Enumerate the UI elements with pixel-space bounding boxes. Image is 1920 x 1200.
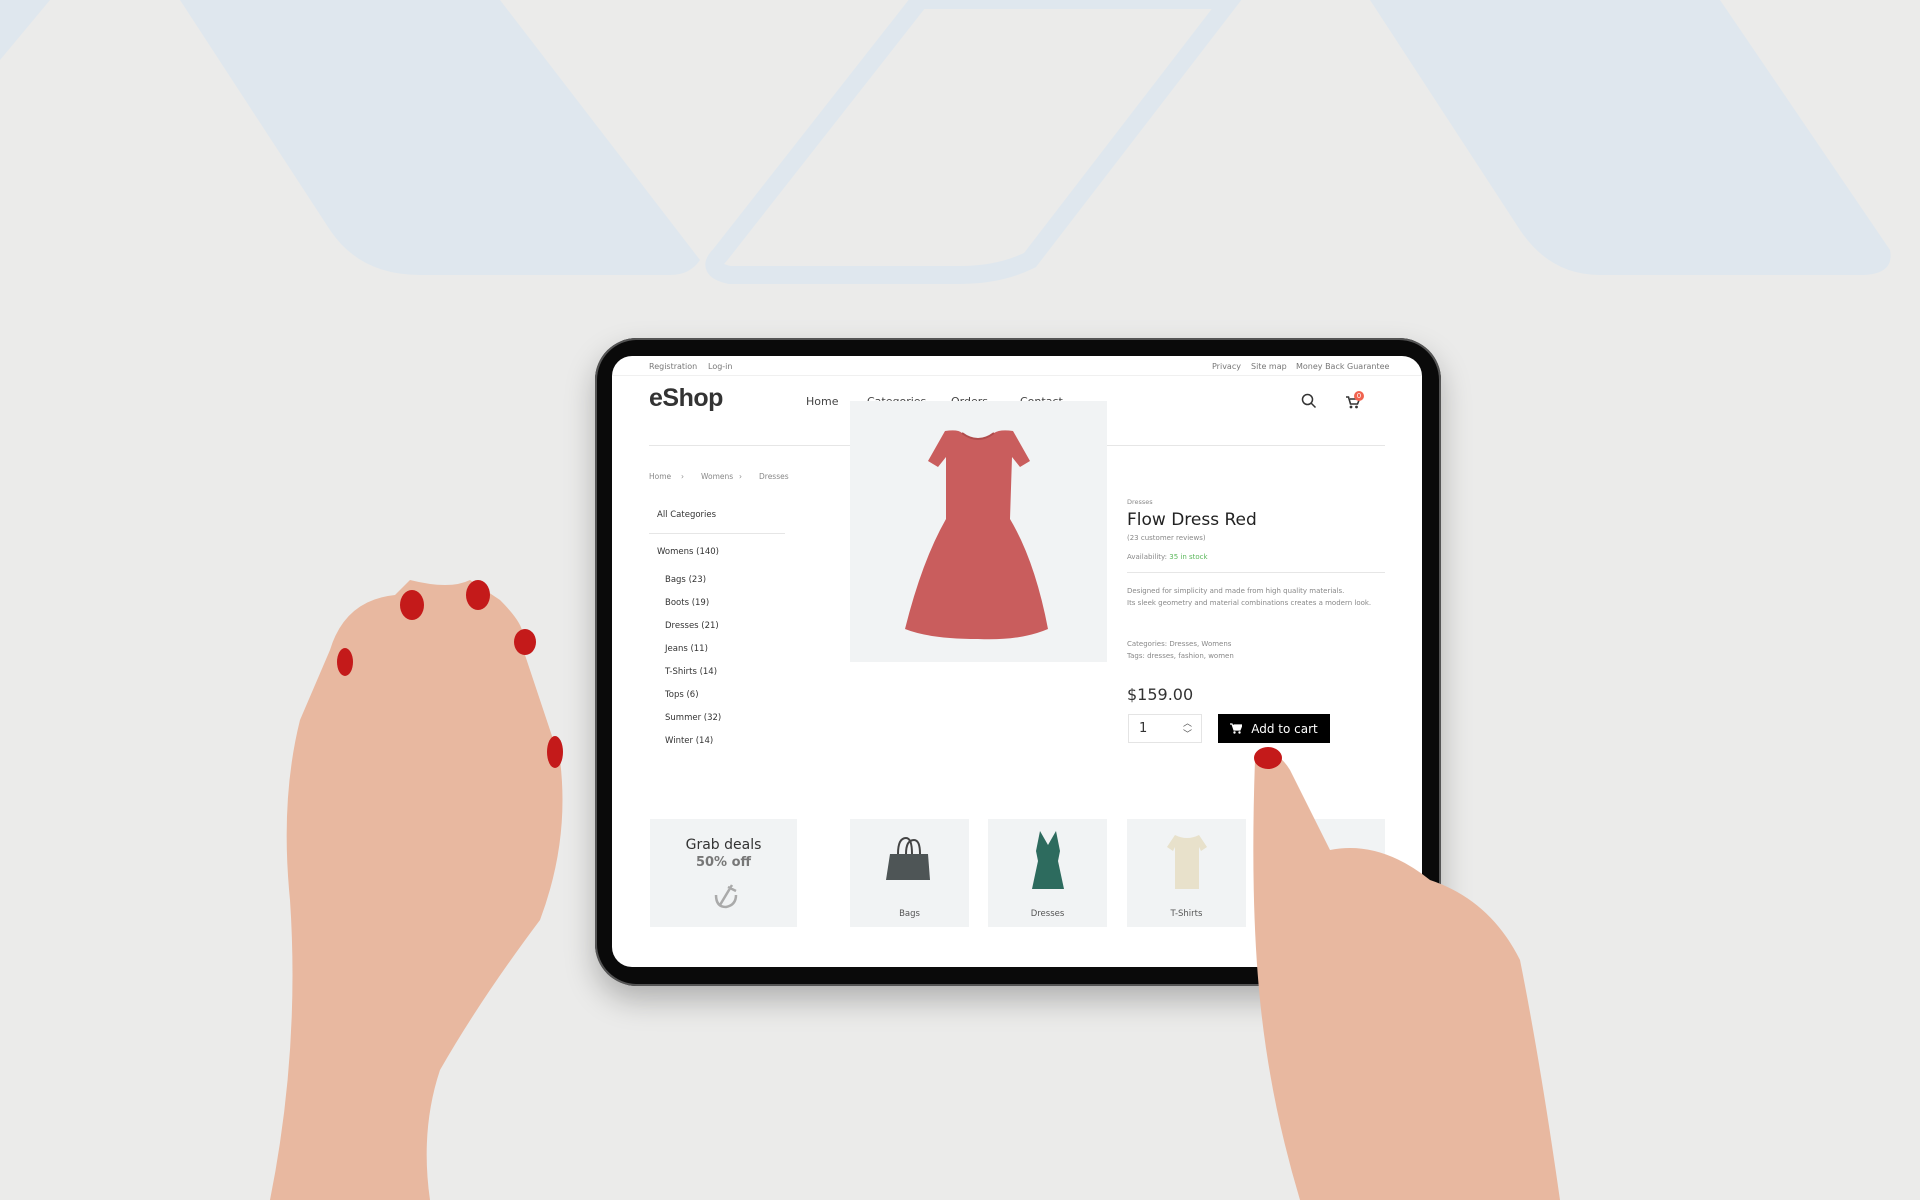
hands-overlay bbox=[270, 580, 1560, 1200]
